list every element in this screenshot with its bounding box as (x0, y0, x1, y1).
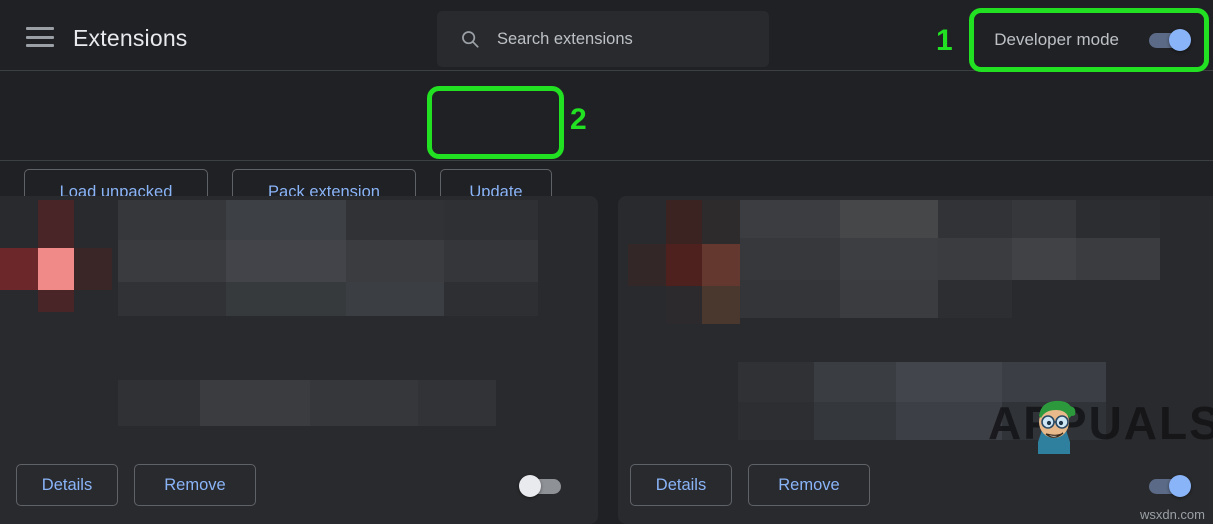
annotation-number-1: 1 (936, 24, 953, 57)
hamburger-bar (26, 44, 54, 47)
remove-button[interactable]: Remove (134, 464, 256, 506)
developer-mode-toggle[interactable] (1145, 29, 1191, 51)
search-input[interactable] (497, 29, 757, 49)
toggle-knob (1169, 475, 1191, 497)
extensions-page: Extensions Developer mode Load unpacked … (0, 0, 1213, 524)
extensions-toolbar: Load unpacked Pack extension Update (0, 71, 1213, 215)
extension-icon-redacted (0, 200, 112, 312)
extension-text-redacted (118, 200, 538, 316)
hamburger-menu-icon[interactable] (26, 27, 54, 47)
extension-text-redacted (740, 200, 1160, 318)
details-button[interactable]: Details (16, 464, 118, 506)
remove-button[interactable]: Remove (748, 464, 870, 506)
extension-enabled-toggle[interactable] (519, 475, 565, 497)
developer-mode-control[interactable]: Developer mode (972, 14, 1205, 66)
extension-card[interactable]: Details Remove (618, 196, 1213, 524)
extension-subtext-redacted (738, 362, 1106, 440)
extension-card[interactable]: Details Remove (0, 196, 598, 524)
extension-icon-redacted (628, 200, 740, 324)
hamburger-bar (26, 35, 54, 39)
search-icon (462, 31, 479, 48)
toggle-knob (519, 475, 541, 497)
card-actions: Details Remove (618, 450, 1213, 524)
hamburger-bar (26, 27, 54, 30)
annotation-number-2: 2 (570, 103, 587, 136)
search-bar[interactable] (437, 11, 769, 67)
toggle-knob (1169, 29, 1191, 51)
card-actions: Details Remove (0, 450, 598, 524)
page-title: Extensions (73, 25, 188, 51)
details-button[interactable]: Details (630, 464, 732, 506)
page-header: Extensions Developer mode (0, 0, 1213, 71)
extension-subtext-redacted (118, 380, 496, 426)
developer-mode-label: Developer mode (994, 30, 1119, 49)
extension-enabled-toggle[interactable] (1145, 475, 1191, 497)
